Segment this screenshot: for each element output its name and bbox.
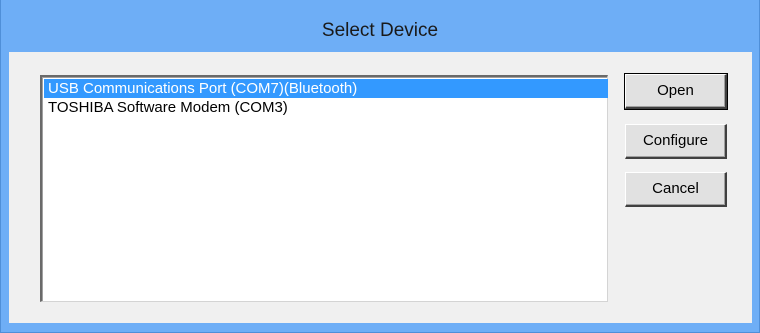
window-title: Select Device	[321, 20, 439, 41]
title-bar[interactable]: Select Device	[1, 0, 759, 52]
open-button[interactable]: Open	[624, 73, 728, 110]
cancel-button[interactable]: Cancel	[625, 172, 727, 207]
device-list[interactable]: USB Communications Port (COM7)(Bluetooth…	[40, 75, 608, 302]
configure-button[interactable]: Configure	[625, 124, 727, 159]
dialog-body: USB Communications Port (COM7)(Bluetooth…	[9, 52, 752, 323]
list-item-usb-com7[interactable]: USB Communications Port (COM7)(Bluetooth…	[44, 79, 608, 98]
select-device-dialog: Select Device USB Communications Port (C…	[0, 0, 760, 333]
list-item-toshiba-com3[interactable]: TOSHIBA Software Modem (COM3)	[44, 98, 288, 117]
